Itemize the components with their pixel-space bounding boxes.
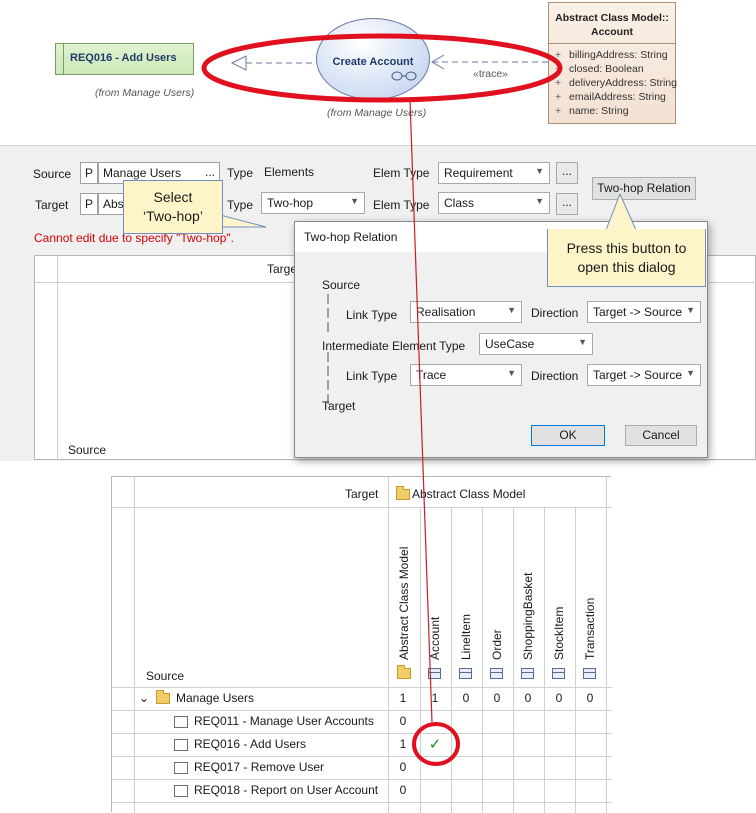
collapse-chevron-icon[interactable]: ⌄ [139,691,149,705]
class-icon [459,668,472,679]
dialog-target-label: Target [322,399,356,413]
cancel-button[interactable]: Cancel [625,425,697,446]
link-type-1-label: Link Type [346,308,398,322]
matrix-source-header: Source [146,669,185,683]
column-header[interactable]: StockItem [552,607,566,660]
preview-source-header: Source [68,443,107,457]
direction-1-select[interactable]: Target -> Source ▼ [587,301,701,323]
press-callout-pointer [605,194,637,231]
count-cell: 0 [524,691,532,705]
class-icon [521,668,534,679]
count-cell: 0 [399,783,407,797]
folder-icon [156,690,170,704]
class-attribute: + emailAddress: String [555,91,666,103]
class-icon [552,668,565,679]
requirement-icon [174,716,188,728]
column-header[interactable]: LineItem [459,614,473,660]
target-package-icon[interactable]: P [80,193,98,215]
group-row-label[interactable]: Manage Users [176,691,254,705]
class-icon [490,668,503,679]
column-header[interactable]: Abstract Class Model [397,547,411,660]
count-cell: 0 [462,691,470,705]
target-elem-type-browse-button[interactable]: ... [556,193,578,215]
link-type-1-select[interactable]: Realisation ▼ [410,301,522,323]
count-cell: 0 [493,691,501,705]
column-header[interactable]: Order [490,629,504,660]
chevron-down-icon: ▼ [686,368,695,378]
class-icon [428,668,441,679]
count-cell: 0 [399,714,407,728]
table-row[interactable]: REQ018 - Report on User Account [194,783,378,797]
source-label: Source [33,167,72,181]
class-attributes: + billingAddress: String + closed: Boolean… [549,44,677,118]
intermediate-type-select[interactable]: UseCase ▼ [479,333,593,355]
target-label: Target [35,198,69,212]
intermediate-type-label: Intermediate Element Type [322,339,466,353]
account-class-element[interactable]: Abstract Class Model:: Account + billingA… [548,2,677,124]
source-package-icon[interactable]: P [80,162,98,184]
column-header[interactable]: Account [428,617,442,660]
class-attribute: + closed: Boolean [555,63,644,75]
count-cell: 0 [555,691,563,705]
count-cell: 1 [399,691,407,705]
table-row[interactable]: REQ011 - Manage User Accounts [194,714,374,728]
chevron-down-icon: ▼ [350,196,359,206]
requirement-icon [174,785,188,797]
direction-2-label: Direction [531,369,579,383]
class-attribute: + billingAddress: String [555,49,668,61]
source-elem-type-browse-button[interactable]: ... [556,162,578,184]
table-row[interactable]: REQ016 - Add Users [194,737,306,751]
direction-2-select[interactable]: Target -> Source ▼ [587,364,701,386]
class-icon [583,668,596,679]
select-two-hop-callout: Select ‘Two-hop’ [123,180,223,234]
class-title: Abstract Class Model:: Account [549,3,675,44]
trace-label: «trace» [473,68,509,80]
count-cell: 0 [586,691,594,705]
chevron-down-icon: ▼ [535,166,544,176]
folder-icon [397,665,411,679]
source-elem-type-select[interactable]: Requirement ▼ [438,162,550,184]
matrix-target-package: Abstract Class Model [412,487,526,501]
class-attribute: + name: String [555,105,629,117]
chevron-down-icon: ▼ [578,337,587,347]
relationship-check-icon[interactable]: ✓ [421,735,449,753]
table-row[interactable]: REQ017 - Remove User [194,760,324,774]
link-type-2-select[interactable]: Trace ▼ [410,364,522,386]
chevron-down-icon: ▼ [686,305,695,315]
matrix-target-header: Target [345,487,379,501]
requirement-icon [174,739,188,751]
chevron-down-icon: ▼ [535,196,544,206]
target-elem-type-label: Elem Type [373,198,430,212]
class-attribute: + deliveryAddress: String [555,77,677,89]
target-elem-type-select[interactable]: Class ▼ [438,192,550,214]
folder-icon [396,486,410,500]
requirement-icon [174,762,188,774]
column-header[interactable]: ShoppingBasket [521,573,535,660]
dialog-source-label: Source [322,278,361,292]
column-header[interactable]: Transaction [583,598,597,660]
direction-1-label: Direction [531,306,579,320]
count-cell: 1 [431,691,439,705]
source-elem-type-label: Elem Type [373,166,430,180]
chevron-down-icon: ▼ [507,368,516,378]
link-type-2-label: Link Type [346,369,398,383]
count-cell: 0 [399,760,407,774]
relationship-matrix: Target Abstract Class Model Source Abstr… [111,476,612,813]
chevron-down-icon: ▼ [507,305,516,315]
count-cell: 1 [399,737,407,751]
ok-button[interactable]: OK [531,425,605,446]
press-button-callout: Press this button to open this dialog [547,229,706,287]
